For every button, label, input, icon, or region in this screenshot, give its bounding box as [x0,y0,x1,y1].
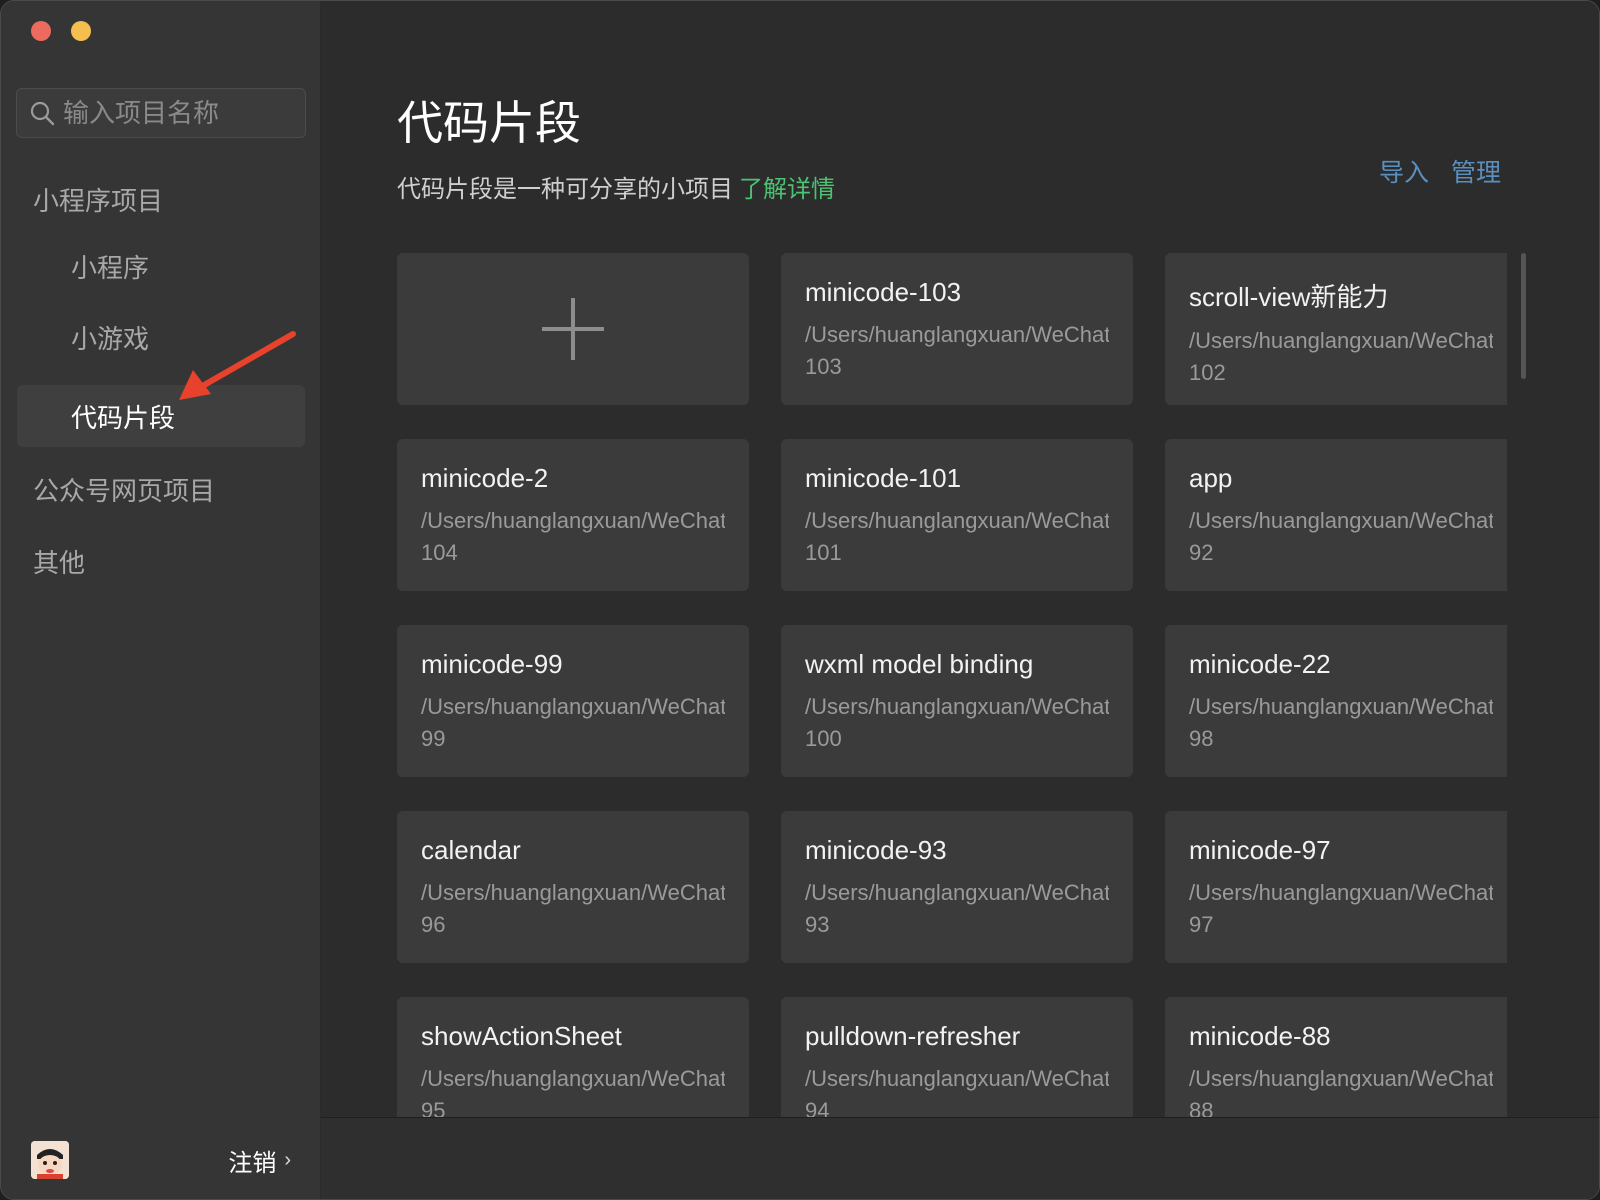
bottom-bar [321,1117,1599,1199]
window-controls [31,21,91,41]
snippet-name: minicode-97 [1189,835,1331,865]
snippet-id: 94 [805,1098,830,1117]
snippet-path: /Users/huanglangxuan/WeChat [805,1066,1109,1091]
snippet-path: /Users/huanglangxuan/WeChat [1189,328,1493,353]
snippet-path: /Users/huanglangxuan/WeChat [1189,508,1493,533]
snippet-card[interactable]: calendar /Users/huanglangxuan/WeChat 96 [397,811,749,963]
snippet-name: wxml model binding [805,649,1034,679]
sidebar-item-minigame[interactable]: 小游戏 [17,306,305,368]
snippet-path: /Users/huanglangxuan/WeChat [421,1066,725,1091]
snippet-id: 88 [1189,1098,1214,1117]
app-window: 小程序项目 小程序 小游戏 代码片段 公众号网页项目 其他 [0,0,1600,1200]
snippet-id: 97 [1189,912,1214,937]
avatar-cartoon-icon [31,1141,69,1179]
snippet-id: 98 [1189,726,1214,751]
snippet-grid-viewport: minicode-103 /Users/huanglangxuan/WeChat… [397,253,1507,1117]
snippet-path: /Users/huanglangxuan/WeChat [805,322,1109,347]
snippet-card[interactable]: wxml model binding /Users/huanglangxuan/… [781,625,1133,777]
snippet-path: /Users/huanglangxuan/WeChat [421,508,725,533]
snippet-name: minicode-88 [1189,1021,1331,1051]
snippet-card[interactable]: minicode-88 /Users/huanglangxuan/WeChat … [1165,997,1507,1117]
snippet-id: 99 [421,726,446,751]
snippet-card[interactable]: minicode-22 /Users/huanglangxuan/WeChat … [1165,625,1507,777]
snippet-id: 104 [421,540,458,565]
snippet-path: /Users/huanglangxuan/WeChat [421,694,725,719]
scrollbar-thumb[interactable] [1521,253,1526,379]
search-box [16,88,398,138]
snippet-name: minicode-2 [421,463,549,493]
sidebar-item-code-snippets[interactable]: 代码片段 [17,385,305,447]
close-window-button[interactable] [31,21,51,41]
page-subtitle: 代码片段是一种可分享的小项目 了解详情 [397,169,835,204]
snippet-id: 101 [805,540,842,565]
subtitle-text: 代码片段是一种可分享的小项目 [397,176,733,203]
section-miniprogram-projects[interactable]: 小程序项目 [33,181,163,218]
snippet-card[interactable]: minicode-97 /Users/huanglangxuan/WeChat … [1165,811,1507,963]
snippet-id: 100 [805,726,842,751]
logout-label: 注销 [228,1149,277,1177]
snippet-name: minicode-103 [805,277,962,307]
snippet-id: 92 [1189,540,1214,565]
snippet-id: 103 [805,354,842,379]
snippet-path: /Users/huanglangxuan/WeChat [805,508,1109,533]
avatar[interactable] [31,1141,69,1179]
snippet-name: calendar [421,835,521,865]
snippet-path: /Users/huanglangxuan/WeChat [805,880,1109,905]
top-actions: 导入 管理 [1379,153,1501,189]
sidebar-item-label: 小程序 [71,252,150,283]
snippet-path: /Users/huanglangxuan/WeChat [1189,1066,1493,1091]
snippet-card[interactable]: minicode-103 /Users/huanglangxuan/WeChat… [781,253,1133,405]
snippet-card[interactable]: pulldown-refresher /Users/huanglangxuan/… [781,997,1133,1117]
search-icon [30,101,55,126]
snippet-id: 102 [1189,360,1226,385]
page-title: 代码片段 [397,97,581,149]
snippet-card[interactable]: minicode-101 /Users/huanglangxuan/WeChat… [781,439,1133,591]
snippet-path: /Users/huanglangxuan/WeChat [1189,694,1493,719]
snippet-name: minicode-99 [421,649,563,679]
plus-icon [542,298,604,360]
snippet-id: 95 [421,1098,446,1117]
snippet-name: scroll-view新能力 [1189,282,1389,312]
sidebar: 小程序项目 小程序 小游戏 代码片段 公众号网页项目 其他 [1,1,398,1199]
snippet-path: /Users/huanglangxuan/WeChat [421,880,725,905]
snippet-name: showActionSheet [421,1021,622,1051]
snippet-name: pulldown-refresher [805,1021,1021,1051]
chevron-right-icon: › [284,1148,291,1171]
section-official-account-web[interactable]: 公众号网页项目 [33,471,215,508]
sidebar-footer: 注销 › [1,1119,321,1199]
sidebar-item-miniprogram[interactable]: 小程序 [17,235,305,297]
add-snippet-button[interactable] [397,253,749,405]
sidebar-item-label: 小游戏 [71,323,150,354]
snippet-card[interactable]: minicode-2 /Users/huanglangxuan/WeChat 1… [397,439,749,591]
snippet-card[interactable]: app /Users/huanglangxuan/WeChat 92 [1165,439,1507,591]
snippet-id: 96 [421,912,446,937]
snippet-name: minicode-101 [805,463,962,493]
snippet-card[interactable]: minicode-99 /Users/huanglangxuan/WeChat … [397,625,749,777]
snippet-card[interactable]: minicode-93 /Users/huanglangxuan/WeChat … [781,811,1133,963]
snippet-id: 93 [805,912,830,937]
sidebar-item-label: 代码片段 [71,402,176,433]
snippet-path: /Users/huanglangxuan/WeChat [1189,880,1493,905]
main-panel: 代码片段 代码片段是一种可分享的小项目 了解详情 导入 管理 minicode-1… [321,1,1599,1199]
snippet-card[interactable]: showActionSheet /Users/huanglangxuan/WeC… [397,997,749,1117]
snippet-name: app [1189,463,1233,493]
snippet-name: minicode-22 [1189,649,1331,679]
minimize-window-button[interactable] [71,21,91,41]
snippet-path: /Users/huanglangxuan/WeChat [805,694,1109,719]
snippet-name: minicode-93 [805,835,947,865]
manage-button[interactable]: 管理 [1451,153,1501,189]
section-other[interactable]: 其他 [33,543,85,580]
snippet-grid: minicode-103 /Users/huanglangxuan/WeChat… [397,253,1507,1117]
snippet-card[interactable]: scroll-view新能力 /Users/huanglangxuan/WeCh… [1165,253,1507,405]
import-button[interactable]: 导入 [1379,153,1429,189]
logout-button[interactable]: 注销 › [228,1143,291,1178]
learn-more-link[interactable]: 了解详情 [739,176,835,203]
